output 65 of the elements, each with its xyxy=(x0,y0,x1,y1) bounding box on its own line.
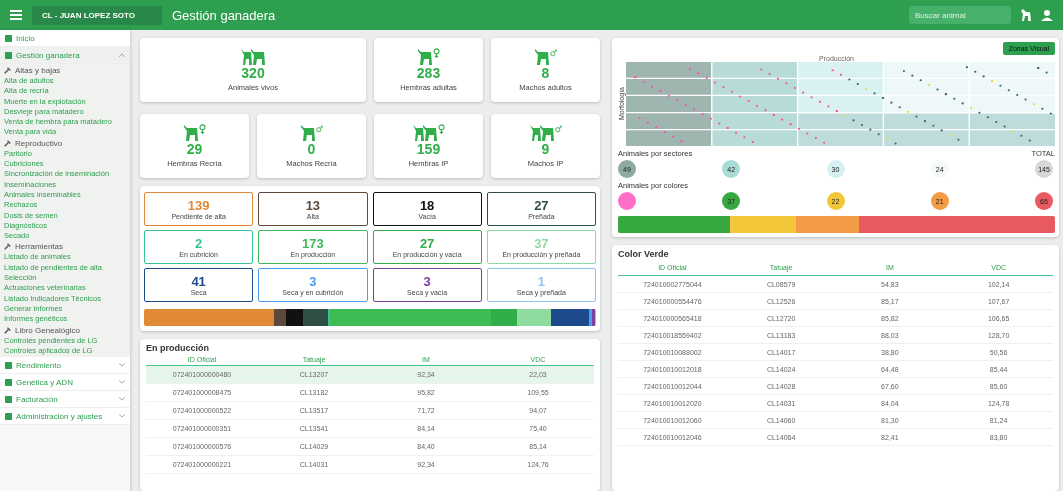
status-value: 173 xyxy=(302,236,324,251)
female-symbol-icon xyxy=(437,124,445,134)
goats-icon xyxy=(241,49,265,65)
section-heading: Altas y bajas xyxy=(15,66,61,75)
status-value: 13 xyxy=(305,198,321,213)
status-value: 41 xyxy=(191,274,206,289)
chevron-icon xyxy=(119,53,125,57)
farm-selector[interactable]: CL - JUAN LOPEZ SOTO xyxy=(32,5,162,25)
section-heading: Reproductivo xyxy=(15,138,63,148)
sidebar-item[interactable]: Inicio xyxy=(0,30,130,47)
sidebar-item[interactable]: Rendimiento xyxy=(0,357,130,375)
section-icon xyxy=(5,395,12,403)
app-title: Gestión ganadera xyxy=(172,7,276,23)
table-title: En producción xyxy=(146,343,210,353)
sidebar-item[interactable]: Genética y ADN xyxy=(0,374,130,392)
status-value: 27 xyxy=(534,198,549,213)
status-value: 3 xyxy=(309,274,317,289)
status-value: 2 xyxy=(195,236,203,251)
status-value: 1 xyxy=(537,274,545,289)
stat-value: 9 xyxy=(541,141,550,157)
tool-icon xyxy=(4,139,11,147)
stat-value: 159 xyxy=(416,141,441,157)
male-symbol-icon xyxy=(315,124,323,134)
tool-icon xyxy=(4,326,11,334)
goats-icon xyxy=(529,125,554,141)
status-value: 27 xyxy=(419,236,435,251)
stat-value: 283 xyxy=(416,65,441,81)
user-icon[interactable] xyxy=(1041,9,1053,21)
section-icon xyxy=(5,361,12,369)
goat-icon xyxy=(1021,9,1031,21)
female-symbol-icon xyxy=(432,48,440,58)
chevron-icon xyxy=(119,380,125,385)
goats-icon xyxy=(412,125,437,141)
search-field[interactable]: Buscar animal xyxy=(909,6,1011,24)
section-icon xyxy=(5,412,12,420)
male-symbol-icon xyxy=(554,124,562,134)
stat-value: 0 xyxy=(307,141,316,157)
status-value: 139 xyxy=(187,198,210,213)
stat-value: 320 xyxy=(241,65,265,81)
chevron-icon xyxy=(119,397,125,402)
goat-icon xyxy=(183,125,198,141)
male-symbol-icon xyxy=(549,48,557,58)
stat-value: 8 xyxy=(541,65,550,81)
stat-value: 29 xyxy=(186,141,203,157)
sidebar-item[interactable]: Facturación xyxy=(0,391,130,409)
goat-icon xyxy=(300,125,315,141)
status-value: 37 xyxy=(534,236,549,251)
section-icon xyxy=(5,34,12,42)
tool-icon xyxy=(4,67,11,74)
section-heading: Libro Genealógico xyxy=(15,325,80,335)
status-value: 18 xyxy=(419,198,435,213)
section-icon xyxy=(5,51,12,59)
sidebar-item[interactable]: Administración y ajustes xyxy=(0,408,130,426)
sidebar-item[interactable]: Gestión ganadera xyxy=(0,47,130,64)
section-icon xyxy=(5,378,12,386)
chevron-icon xyxy=(119,414,125,419)
female-symbol-icon xyxy=(198,124,206,134)
goat-icon xyxy=(534,49,549,65)
section-heading: Herramientas xyxy=(15,242,63,252)
menu-icon[interactable] xyxy=(10,9,22,21)
tool-icon xyxy=(4,243,11,251)
table-title: Color Verde xyxy=(618,249,670,259)
status-value: 3 xyxy=(423,274,431,289)
chevron-icon xyxy=(119,363,125,368)
goat-icon xyxy=(417,49,432,65)
